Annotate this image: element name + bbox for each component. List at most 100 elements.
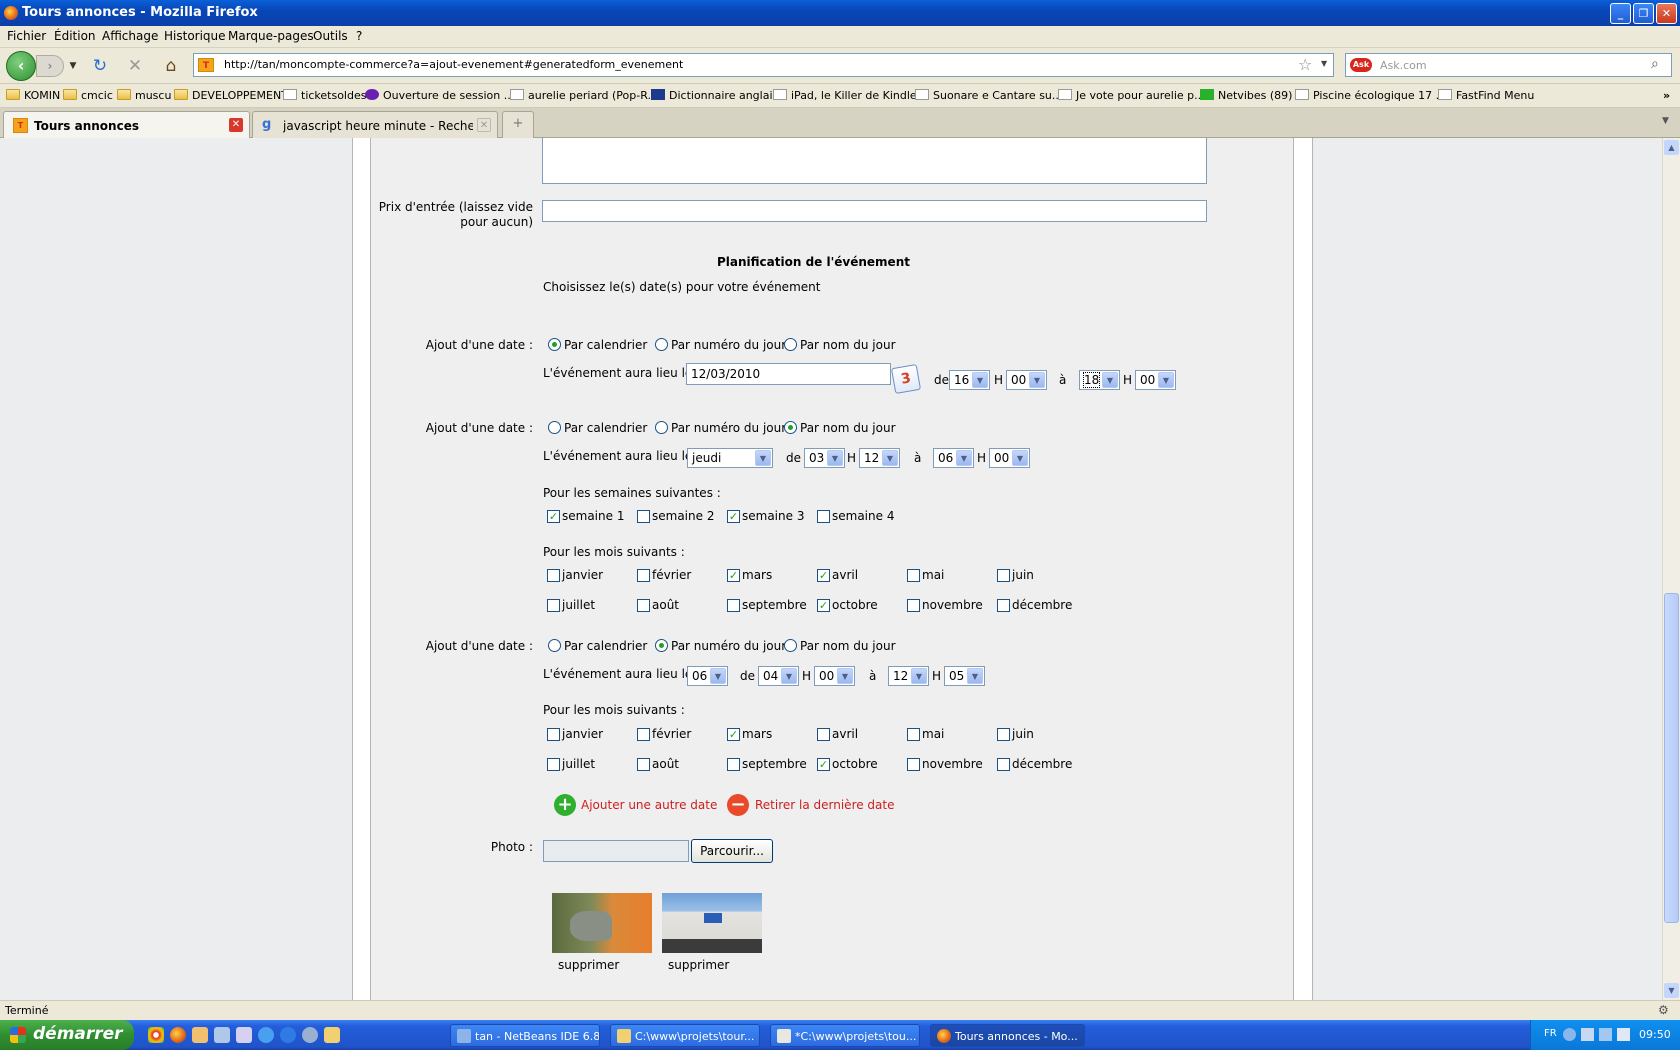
date2-month-12-checkbox[interactable] (997, 599, 1010, 612)
date2-radio-nom[interactable] (784, 421, 797, 434)
week-4-checkbox[interactable] (817, 510, 830, 523)
bookmarks-overflow-icon[interactable]: » (1663, 89, 1670, 102)
task-netbeans[interactable]: tan - NetBeans IDE 6.8 (450, 1024, 600, 1047)
menu-edition[interactable]: Édition (54, 29, 96, 43)
url-bar[interactable]: T http://tan/moncompte-commerce?a=ajout-… (193, 53, 1334, 77)
date3-month-7-checkbox[interactable] (547, 758, 560, 771)
bookmark-dictionnaire[interactable]: Dictionnaire anglais (651, 89, 778, 102)
volume-icon[interactable] (1599, 1028, 1612, 1041)
date1-min-start-select[interactable]: 00 ▼ (1006, 370, 1047, 390)
bookmark-star-icon[interactable]: ☆ (1298, 55, 1312, 74)
date3-radio-calendrier[interactable] (548, 639, 561, 652)
date2-month-9-checkbox[interactable] (727, 599, 740, 612)
date3-month-9-checkbox[interactable] (727, 758, 740, 771)
tray-chevron-icon[interactable] (1563, 1028, 1576, 1041)
date3-month-3-checkbox[interactable]: ✓ (727, 728, 740, 741)
date2-month-8-checkbox[interactable] (637, 599, 650, 612)
add-date-link[interactable]: Ajouter une autre date (581, 798, 717, 812)
date3-month-5-checkbox[interactable] (907, 728, 920, 741)
bookmark-muscu[interactable]: muscu (117, 89, 171, 102)
date2-day-select[interactable]: jeudi ▼ (687, 448, 773, 468)
remove-icon[interactable]: − (727, 794, 749, 816)
date3-month-2-checkbox[interactable] (637, 728, 650, 741)
bookmark-suonare[interactable]: Suonare e Cantare su... (915, 89, 1062, 102)
ie-icon[interactable] (258, 1027, 274, 1043)
scroll-thumb[interactable] (1664, 593, 1679, 923)
date3-month-11-checkbox[interactable] (907, 758, 920, 771)
bookmark-fastfind[interactable]: FastFind Menu (1438, 89, 1534, 102)
search-engine-icon[interactable]: Ask (1350, 58, 1372, 72)
tab-list-icon[interactable]: ▼ (1662, 116, 1669, 126)
date3-hour-end-select[interactable]: 12 ▼ (888, 666, 929, 686)
date2-month-4-checkbox[interactable]: ✓ (817, 569, 830, 582)
date3-radio-numero[interactable] (655, 639, 668, 652)
browse-button[interactable]: Parcourir... (691, 839, 773, 863)
menu-historique[interactable]: Historique (164, 29, 226, 43)
ie2-icon[interactable] (280, 1027, 296, 1043)
task-firefox[interactable]: Tours annonces - Mo... (930, 1024, 1085, 1047)
app-icon[interactable] (236, 1027, 252, 1043)
url-dropdown-icon[interactable]: ▼ (1321, 59, 1327, 68)
date3-min-start-select[interactable]: 00 ▼ (814, 666, 855, 686)
date2-month-5-checkbox[interactable] (907, 569, 920, 582)
date3-month-10-checkbox[interactable]: ✓ (817, 758, 830, 771)
language-indicator[interactable]: FR (1544, 1028, 1557, 1039)
bookmark-aurelie-periard[interactable]: aurelie periard (Pop-R... (510, 89, 658, 102)
close-window-button[interactable]: ✕ (1656, 3, 1677, 24)
week-3-checkbox[interactable]: ✓ (727, 510, 740, 523)
description-textarea[interactable] (542, 138, 1207, 184)
network-icon[interactable] (1581, 1028, 1594, 1041)
date1-date-input[interactable]: 12/03/2010 (686, 363, 891, 385)
close-tab-icon[interactable]: ✕ (229, 118, 243, 132)
bookmark-piscine[interactable]: Piscine écologique 17 ... (1295, 89, 1446, 102)
date2-min-start-select[interactable]: 12 ▼ (859, 448, 900, 468)
delete-photo-2-link[interactable]: supprimer (668, 958, 729, 972)
status-gear-icon[interactable]: ⚙ (1658, 1003, 1669, 1017)
menu-affichage[interactable]: Affichage (102, 29, 158, 43)
scroll-up-icon[interactable]: ▲ (1664, 140, 1679, 155)
date2-radio-calendrier[interactable] (548, 421, 561, 434)
url-text[interactable]: http://tan/moncompte-commerce?a=ajout-ev… (224, 58, 683, 71)
media-icon[interactable] (302, 1027, 318, 1043)
vertical-scrollbar[interactable]: ▲ ▼ (1662, 138, 1680, 1000)
date1-hour-start-select[interactable]: 16 ▼ (949, 370, 990, 390)
date3-daynum-select[interactable]: 06 ▼ (687, 666, 728, 686)
date2-month-6-checkbox[interactable] (997, 569, 1010, 582)
date3-month-12-checkbox[interactable] (997, 758, 1010, 771)
date3-hour-start-select[interactable]: 04 ▼ (758, 666, 799, 686)
week-2-checkbox[interactable] (637, 510, 650, 523)
date2-month-3-checkbox[interactable]: ✓ (727, 569, 740, 582)
bookmark-ticketsoldes[interactable]: ticketsoldes (283, 89, 366, 102)
prix-input[interactable] (542, 200, 1207, 222)
date3-month-1-checkbox[interactable] (547, 728, 560, 741)
menu-marque-pages[interactable]: Marque-pages (228, 29, 314, 43)
remove-date-link[interactable]: Retirer la dernière date (755, 798, 895, 812)
tool-icon[interactable] (214, 1027, 230, 1043)
back-button[interactable]: ‹ (6, 51, 36, 81)
search-bar[interactable]: Ask Ask.com ⌕ (1345, 53, 1672, 77)
history-dropdown-icon[interactable]: ▼ (62, 56, 84, 76)
add-icon[interactable]: + (554, 794, 576, 816)
date1-radio-calendrier[interactable] (548, 338, 561, 351)
menu-outils[interactable]: Outils (313, 29, 348, 43)
start-button[interactable]: démarrer (0, 1020, 134, 1050)
photo-file-input[interactable] (543, 840, 689, 862)
date1-radio-numero[interactable] (655, 338, 668, 351)
date1-min-end-select[interactable]: 00 ▼ (1135, 370, 1176, 390)
date3-radio-nom[interactable] (784, 639, 797, 652)
explorer-folder-icon[interactable] (324, 1027, 340, 1043)
task-explorer[interactable]: C:\www\projets\tour... (610, 1024, 760, 1047)
date3-month-6-checkbox[interactable] (997, 728, 1010, 741)
minimize-button[interactable]: _ (1610, 3, 1631, 24)
date2-month-10-checkbox[interactable]: ✓ (817, 599, 830, 612)
scroll-down-icon[interactable]: ▼ (1664, 983, 1679, 998)
bookmark-cmcic[interactable]: cmcic (63, 89, 113, 102)
firefox-quicklaunch-icon[interactable] (170, 1027, 186, 1043)
tab-tours-annonces[interactable]: T Tours annonces ✕ (3, 111, 250, 139)
bookmark-developpement[interactable]: DEVELOPPEMENT (174, 89, 288, 102)
bookmark-ipad[interactable]: iPad, le Killer de Kindle... (773, 89, 927, 102)
bookmark-ouverture-session[interactable]: Ouverture de session ... (365, 89, 514, 102)
menu-help[interactable]: ? (356, 29, 362, 43)
date1-hour-end-select[interactable]: 18 ▼ (1079, 370, 1120, 390)
date2-hour-end-select[interactable]: 06 ▼ (933, 448, 974, 468)
